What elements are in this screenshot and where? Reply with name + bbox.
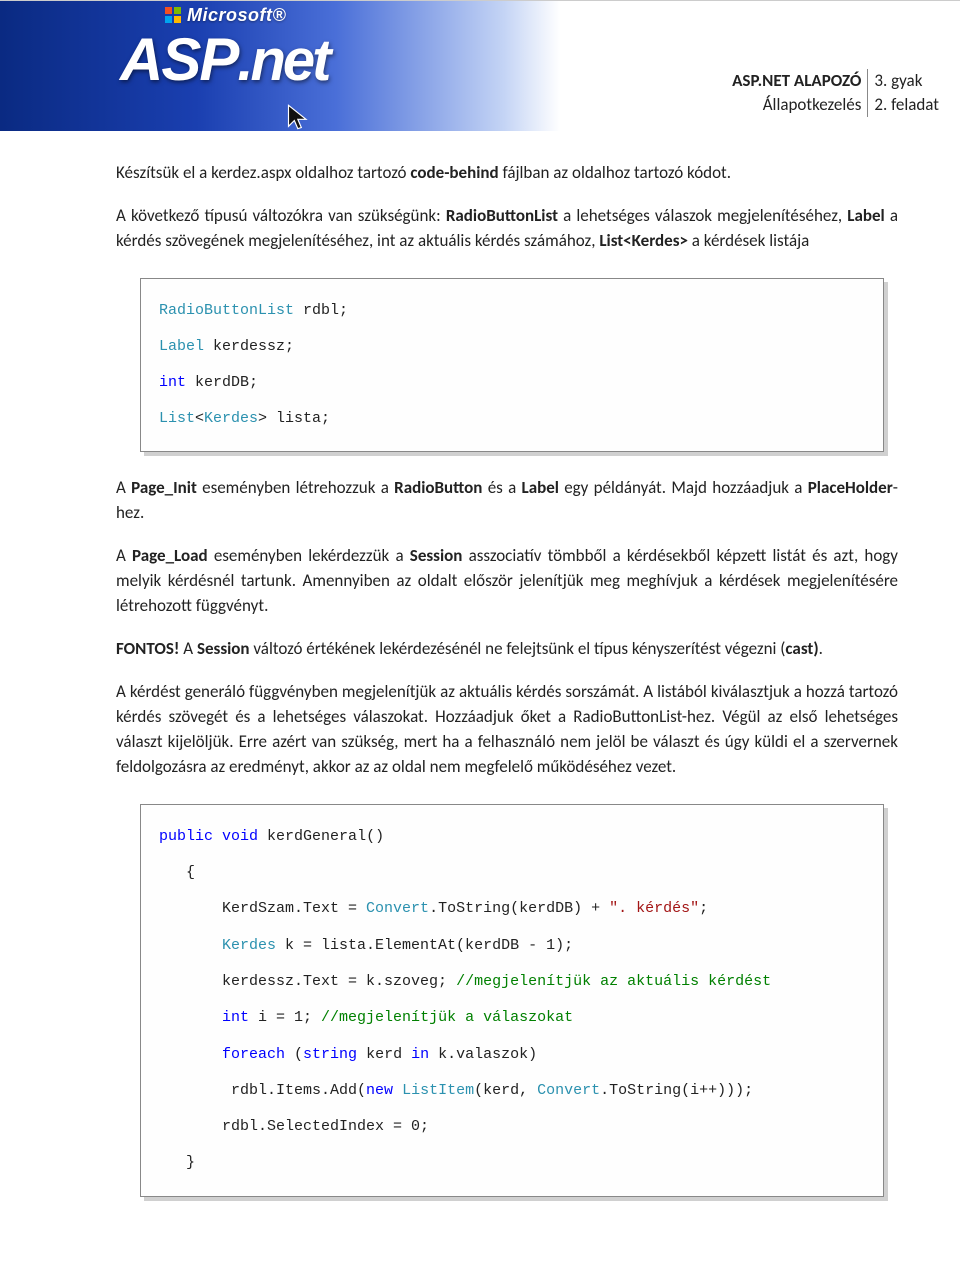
paragraph-6: A kérdést generáló függvényben megjelení… [116,680,898,780]
paragraph-3: A Page_Init eseményben létrehozzuk a Rad… [116,476,898,526]
paragraph-1: Készítsük el a kerdez.aspx oldalhoz tart… [116,161,898,186]
cursor-icon [285,103,313,131]
course-subtitle: Állapotkezelés [726,93,868,117]
paragraph-4: A Page_Load eseményben lekérdezzük a Ses… [116,544,898,619]
microsoft-logo-text: Microsoft® [165,5,286,26]
lesson-number: 3. gyak [868,69,945,93]
course-title: ASP.NET ALAPOZÓ [726,69,868,93]
logo-area: Microsoft® ASP.net [120,5,450,125]
header-meta: ASP.NET ALAPOZÓ 3. gyak Állapotkezelés 2… [726,69,945,117]
task-number: 2. feladat [868,93,945,117]
paragraph-2: A következő típusú változókra van szüksé… [116,204,898,254]
page-header: Microsoft® ASP.net ASP.NET ALAPOZÓ 3. gy… [0,0,960,131]
code-block-2: public void kerdGeneral() { KerdSzam.Tex… [140,804,884,1197]
code-block-1: RadioButtonList rdbl; Label kerdessz; in… [140,278,884,452]
paragraph-5: FONTOS! A Session változó értékének leké… [116,637,898,662]
asp-text: ASP [120,26,237,93]
aspnet-logo: ASP.net [120,25,329,94]
document-body: Készítsük el a kerdez.aspx oldalhoz tart… [0,131,960,1241]
dotnet-text: .net [237,28,328,93]
